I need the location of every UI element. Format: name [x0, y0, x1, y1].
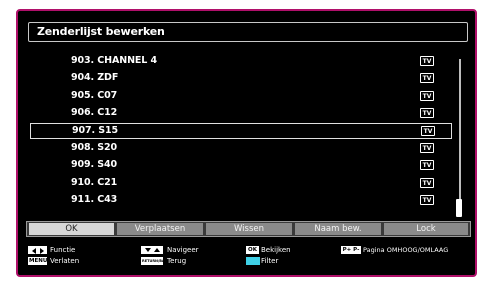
channel-row[interactable]: 905. C07 TV [30, 89, 452, 105]
rename-button[interactable]: Naam bew. [295, 223, 381, 235]
channel-name: 905. C07 [71, 90, 118, 101]
channel-name: 911. C43 [71, 194, 118, 205]
help-navigate-label: Navigeer [167, 246, 199, 254]
tv-badge-icon: TV [420, 195, 434, 205]
help-view-label: Bekijken [261, 246, 291, 254]
channel-row[interactable]: 904. ZDF TV [30, 71, 452, 87]
menu-key-icon: MENU [28, 257, 48, 265]
page-title: Zenderlijst bewerken [37, 25, 165, 38]
channel-row-selected[interactable]: 907. S15 TV [30, 123, 452, 139]
cyan-key-icon [246, 257, 260, 265]
help-exit-label: Verlaten [50, 257, 80, 265]
action-button-bar: OK Verplaatsen Wissen Naam bew. Lock [26, 221, 471, 237]
channel-row[interactable]: 903. CHANNEL 4 TV [30, 54, 452, 70]
tv-badge-icon: TV [421, 126, 435, 136]
channel-name: 907. S15 [72, 125, 119, 136]
help-bar: Functie MENU Verlaten Navigeer RETURN/BA… [18, 241, 479, 271]
help-view: OK Bekijken [246, 245, 346, 255]
channel-name: 903. CHANNEL 4 [71, 55, 157, 66]
scrollbar-track[interactable] [459, 59, 461, 217]
channel-row[interactable]: 908. S20 TV [30, 141, 452, 157]
tv-badge-icon: TV [420, 160, 434, 170]
help-page-label: Pagina OMHOOG/OMLAAG [363, 246, 449, 254]
tv-badge-icon: TV [420, 73, 434, 83]
move-button[interactable]: Verplaatsen [117, 223, 203, 235]
left-right-arrows-icon [28, 246, 47, 254]
help-page: P+ P- Pagina OMHOOG/OMLAAG [341, 245, 476, 255]
tv-screen: Zenderlijst bewerken 903. CHANNEL 4 TV 9… [0, 0, 493, 284]
help-filter-label: Filter [261, 257, 279, 265]
ok-key-icon: OK [246, 246, 259, 254]
tv-badge-icon: TV [420, 178, 434, 188]
tv-badge-icon: TV [420, 108, 434, 118]
tv-badge-icon: TV [420, 143, 434, 153]
channel-row[interactable]: 906. C12 TV [30, 106, 452, 122]
help-function: Functie [28, 245, 128, 255]
help-filter: Filter [246, 256, 346, 266]
help-back: RETURN/BACK Terug [141, 256, 241, 266]
channel-edit-panel: Zenderlijst bewerken 903. CHANNEL 4 TV 9… [16, 9, 477, 277]
help-exit: MENU Verlaten [28, 256, 128, 266]
delete-button[interactable]: Wissen [206, 223, 292, 235]
lock-button[interactable]: Lock [384, 223, 468, 235]
channel-name: 908. S20 [71, 142, 118, 153]
tv-badge-icon: TV [420, 91, 434, 101]
help-back-label: Terug [167, 257, 187, 265]
channel-row[interactable]: 911. C43 TV [30, 193, 452, 209]
scrollbar-thumb[interactable] [456, 199, 462, 217]
channel-name: 904. ZDF [71, 72, 119, 83]
help-function-label: Functie [50, 246, 76, 254]
channel-row[interactable]: 909. S40 TV [30, 158, 452, 174]
ok-button[interactable]: OK [29, 223, 114, 235]
page-keys-icon: P+ P- [341, 246, 361, 254]
up-down-arrows-icon [141, 246, 163, 254]
channel-row[interactable]: 910. C21 TV [30, 176, 452, 192]
channel-name: 909. S40 [71, 159, 118, 170]
channel-name: 906. C12 [71, 107, 118, 118]
channel-name: 910. C21 [71, 177, 118, 188]
return-key-icon: RETURN/BACK [141, 257, 170, 265]
title-bar: Zenderlijst bewerken [28, 22, 468, 42]
tv-badge-icon: TV [420, 56, 434, 66]
help-navigate: Navigeer [141, 245, 241, 255]
